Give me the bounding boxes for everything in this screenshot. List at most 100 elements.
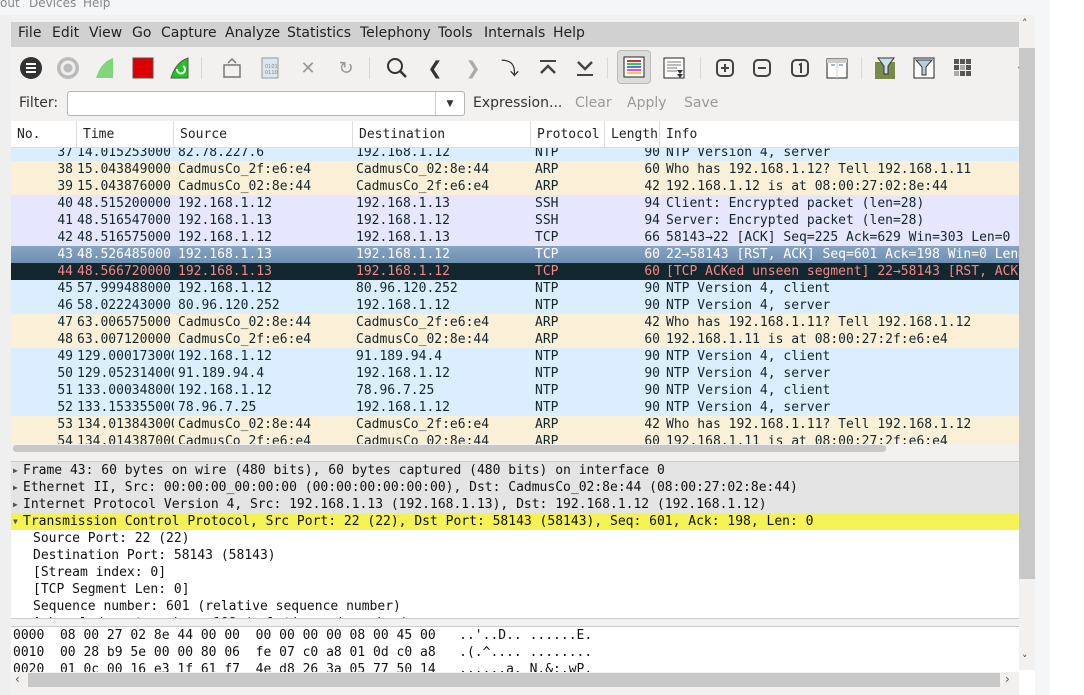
packet-row[interactable]: 50 129.052314000 91.189.94.4 192.168.1.12 NT… [11,365,1019,382]
detail-row[interactable]: ▼ Transmission Control Protocol, Src Port… [11,513,1019,530]
menu-view[interactable]: View [89,25,122,41]
last-packet-icon[interactable] [572,55,598,81]
coloring-rules-icon[interactable] [950,55,976,81]
menu-item[interactable]: Devices [29,0,76,9]
packet-row[interactable]: 42 48.516575000 192.168.1.12 192.168.1.13 TC… [11,229,1019,246]
column-length[interactable]: Length [605,121,660,148]
hex-bytes[interactable]: 01 0c 00 16 e3 1f 61 f7 4e d8 26 3a 05 7… [60,662,436,672]
menu-internals[interactable]: Internals [484,25,545,41]
options-icon[interactable] [55,55,81,81]
scroll-right-icon[interactable]: › [1005,672,1010,686]
packet-row[interactable]: 38 15.043849000 CadmusCo_2f:e6:e4 CadmusCo_… [11,161,1019,178]
collapsed-arrow-icon[interactable]: ▶ [13,479,23,496]
hex-ascii[interactable]: .(.^.... ........ [459,645,592,660]
expanded-arrow-icon[interactable]: ▼ [13,513,23,530]
detail-row[interactable]: [Stream index: 0] [11,564,1019,581]
detail-row[interactable]: [TCP Segment Len: 0] [11,581,1019,598]
packet-row[interactable]: 40 48.515200000 192.168.1.12 192.168.1.13 SS… [11,195,1019,212]
column-source[interactable]: Source [174,121,353,148]
menu-tools[interactable]: Tools [438,25,473,41]
menu-telephony[interactable]: Telephony [360,25,431,41]
stop-capture-icon[interactable] [130,55,156,81]
zoom-in-icon[interactable] [712,55,738,81]
bytes-hscrollbar[interactable]: ‹ › [11,672,1019,688]
go-to-packet-icon[interactable]: ⤵ [497,55,523,81]
start-capture-icon[interactable] [92,55,118,81]
column-time[interactable]: Time [77,121,174,148]
packet-row[interactable]: 49 129.000173000 192.168.1.12 91.189.94.4 NT… [11,348,1019,365]
collapsed-arrow-icon[interactable]: ▶ [13,462,23,479]
packet-row[interactable]: 47 63.006575000 CadmusCo_02:8e:44 CadmusCo_… [11,314,1019,331]
resize-columns-icon[interactable] [824,55,850,81]
hex-bytes[interactable]: 00 28 b9 5e 00 00 80 06 fe 07 c0 a8 01 0… [60,645,436,660]
detail-row[interactable]: ▶ Internet Protocol Version 4, Src: 192.1… [11,496,1019,513]
packet-row[interactable]: 39 15.043876000 CadmusCo_02:8e:44 CadmusCo_… [11,178,1019,195]
close-file-icon[interactable]: ✕ [295,55,321,81]
capture-filters-icon[interactable] [873,55,899,81]
column-info[interactable]: Info [660,121,1019,148]
scroll-down-icon[interactable]: ˅ [1022,653,1028,666]
packet-row[interactable]: 45 57.999488000 192.168.1.12 80.96.120.252 N… [11,280,1019,297]
go-back-icon[interactable]: ❮ [422,55,448,81]
hex-offset[interactable]: 0010 [13,645,44,660]
column-no[interactable]: No. [11,121,77,148]
packet-row[interactable]: 46 58.022243000 80.96.120.252 192.168.1.12 N… [11,297,1019,314]
reload-icon[interactable]: ↻ [333,55,359,81]
apply-button[interactable]: Apply [627,95,667,111]
detail-row[interactable]: Destination Port: 58143 (58143) [11,547,1019,564]
packet-row[interactable]: 43 48.526485000 192.168.1.13 192.168.1.12 TC… [11,246,1019,263]
first-packet-icon[interactable] [535,55,561,81]
menu-capture[interactable]: Capture [161,25,217,41]
menu-item[interactable]: Help [83,0,110,9]
detail-row[interactable]: Source Port: 22 (22) [11,530,1019,547]
packet-list-hscrollbar[interactable] [11,444,1019,454]
menu-go[interactable]: Go [132,25,151,41]
zoom-out-icon[interactable] [749,55,775,81]
clear-button[interactable]: Clear [575,95,612,111]
go-forward-icon[interactable]: ❯ [460,55,486,81]
save-file-icon[interactable]: 0101 0110 [257,55,283,81]
menu-item[interactable]: out [0,0,20,9]
hex-ascii[interactable]: ......a. N.&:.wP. [459,662,592,672]
packet-row[interactable]: 44 48.566720000 192.168.1.13 192.168.1.12 TC… [11,263,1019,280]
interfaces-icon[interactable] [18,55,44,81]
column-protocol[interactable]: Protocol [531,121,605,148]
normal-size-icon[interactable] [787,55,813,81]
collapsed-arrow-icon[interactable]: ▶ [13,496,23,513]
save-button[interactable]: Save [684,95,718,111]
scroll-up-icon[interactable]: ˄ [1022,17,1028,30]
packet-row[interactable]: 53 134.013843000 CadmusCo_02:8e:44 CadmusCo… [11,416,1019,433]
scroll-left-icon[interactable]: ‹ [15,672,20,686]
detail-row[interactable]: Acknowledgment number: 198 (relative ack… [11,615,1019,618]
packet-row[interactable]: 51 133.000348000 192.168.1.12 78.96.7.25 NTP… [11,382,1019,399]
scrollbar-thumb[interactable] [13,445,886,452]
detail-row[interactable]: Sequence number: 601 (relative sequence … [11,598,1019,615]
display-filters-icon[interactable] [911,55,937,81]
menu-analyze[interactable]: Analyze [225,25,280,41]
hex-ascii[interactable]: ..'..D.. ......E. [459,628,592,643]
open-file-icon[interactable] [219,55,245,81]
find-packet-icon[interactable] [384,55,410,81]
hex-offset[interactable]: 0000 [13,628,44,643]
packet-row[interactable]: 48 63.007120000 CadmusCo_2f:e6:e4 CadmusCo_… [11,331,1019,348]
detail-row[interactable]: ▶ Ethernet II, Src: 00:00:00_00:00:00 (00… [11,479,1019,496]
colorize-icon[interactable] [617,50,651,84]
menu-edit[interactable]: Edit [52,25,79,41]
packet-row[interactable]: 41 48.516547000 192.168.1.13 192.168.1.12 SS… [11,212,1019,229]
scrollbar-thumb[interactable] [1019,48,1035,579]
hex-offset[interactable]: 0020 [13,662,44,672]
expression-button[interactable]: Expression... [473,95,562,111]
menu-statistics[interactable]: Statistics [287,25,351,41]
autoscroll-icon[interactable] [661,55,687,81]
packet-row[interactable]: 37 14.015253000 82.78.227.6 192.168.1.12 NTP… [11,148,1019,161]
filter-dropdown-icon[interactable]: ▼ [435,92,464,115]
hex-bytes[interactable]: 08 00 27 02 8e 44 00 00 00 00 00 00 08 0… [60,628,436,643]
packet-row[interactable]: 52 133.153355000 78.96.7.25 192.168.1.12 NTP… [11,399,1019,416]
restart-capture-icon[interactable] [167,55,193,81]
detail-row[interactable]: ▶ Frame 43: 60 bytes on wire (480 bits), … [11,462,1019,479]
packet-row[interactable]: 54 134.014387000 CadmusCo_2f:e6:e4 CadmusCo… [11,433,1019,444]
filter-input[interactable] [67,91,465,116]
menu-help[interactable]: Help [553,25,585,41]
menu-file[interactable]: File [18,25,41,41]
scrollbar-thumb[interactable] [28,673,1000,687]
